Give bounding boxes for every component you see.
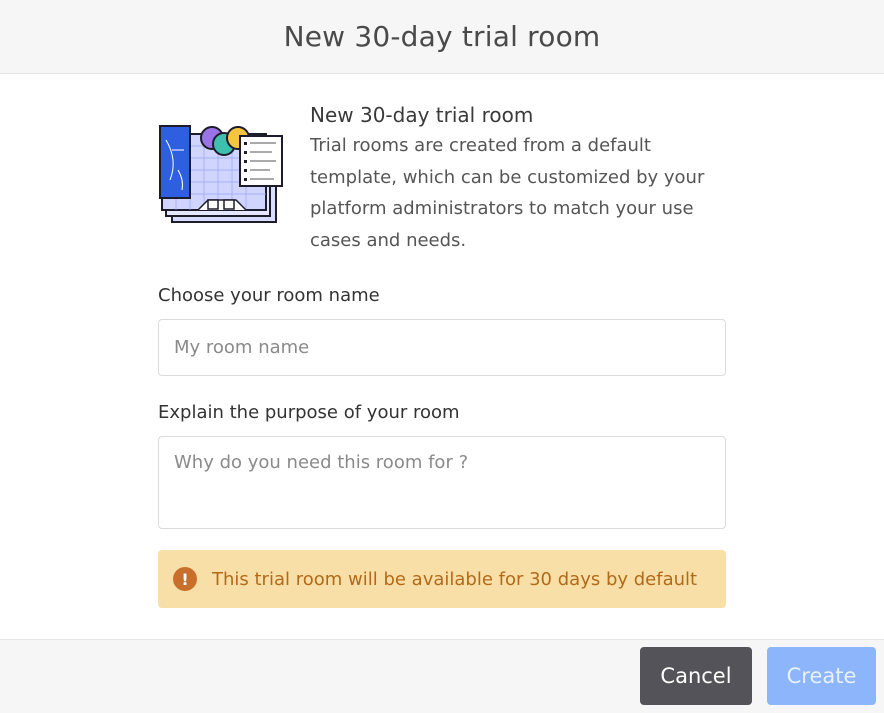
room-template-illustration bbox=[159, 125, 283, 223]
exclamation-circle-icon: ! bbox=[173, 567, 197, 591]
cancel-button[interactable]: Cancel bbox=[640, 647, 752, 705]
notice-text: This trial room will be available for 30… bbox=[212, 568, 698, 590]
dialog-title: New 30-day trial room bbox=[283, 20, 601, 53]
create-trial-room-dialog: New 30-day trial room New 30-day trial r… bbox=[0, 0, 884, 713]
intro-description: Trial rooms are created from a default t… bbox=[310, 135, 705, 251]
intro-heading: New 30-day trial room bbox=[310, 103, 534, 127]
room-purpose-textarea[interactable] bbox=[158, 436, 726, 529]
trial-duration-notice: ! This trial room will be available for … bbox=[158, 550, 726, 608]
intro-text: New 30-day trial room Trial rooms are cr… bbox=[310, 100, 720, 256]
create-button[interactable]: Create bbox=[767, 647, 876, 705]
room-name-input[interactable] bbox=[158, 319, 726, 376]
room-purpose-label: Explain the purpose of your room bbox=[158, 402, 460, 423]
dialog-footer: Cancel Create bbox=[0, 639, 884, 713]
dialog-header: New 30-day trial room bbox=[0, 0, 884, 74]
room-name-label: Choose your room name bbox=[158, 285, 380, 306]
intro-section: New 30-day trial room Trial rooms are cr… bbox=[158, 100, 726, 256]
